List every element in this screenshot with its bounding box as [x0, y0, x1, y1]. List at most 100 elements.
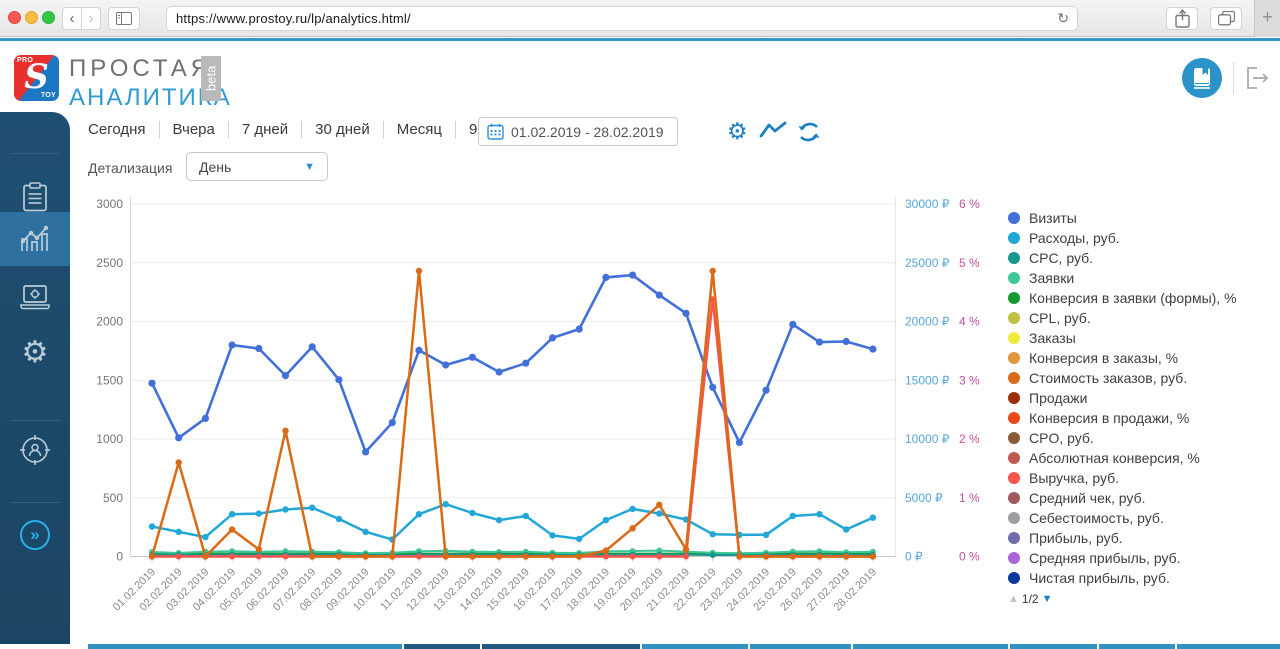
- minimize-window-button[interactable]: [25, 11, 38, 24]
- legend-dot-icon: [1008, 532, 1020, 544]
- legend-item[interactable]: Заявки: [1008, 268, 1274, 288]
- legend-label: Заказы: [1029, 330, 1076, 346]
- legend-page-up-icon[interactable]: ▲: [1008, 593, 1019, 605]
- url-text[interactable]: https://www.prostoy.ru/lp/analytics.html…: [167, 11, 1057, 26]
- legend-item[interactable]: Стоимость заказов, руб.: [1008, 368, 1274, 388]
- legend-item[interactable]: Прибыль, руб.: [1008, 528, 1274, 548]
- legend-item[interactable]: Чистая прибыль, руб.: [1008, 568, 1274, 588]
- legend-label: Себестоимость, руб.: [1029, 510, 1164, 526]
- legend-item[interactable]: Конверсия в заказы, %: [1008, 348, 1274, 368]
- logo-toy-text: TOY: [41, 92, 56, 99]
- legend-item[interactable]: Визиты: [1008, 208, 1274, 228]
- beta-badge: beta: [201, 56, 221, 101]
- share-button[interactable]: [1166, 7, 1198, 30]
- sidebar-toggle-button[interactable]: [108, 7, 140, 30]
- legend-dot-icon: [1008, 492, 1020, 504]
- legend-dot-icon: [1008, 372, 1020, 384]
- legend-item[interactable]: Конверсия в заявки (формы), %: [1008, 288, 1274, 308]
- chevron-down-icon: ▼: [304, 161, 315, 173]
- svg-text:0 ₽: 0 ₽: [905, 550, 923, 564]
- refresh-button[interactable]: [797, 121, 821, 148]
- share-icon: [1175, 9, 1190, 28]
- legend-label: CPL, руб.: [1029, 310, 1091, 326]
- tabs-icon: [1218, 11, 1235, 26]
- help-guide-button[interactable]: [1182, 58, 1222, 98]
- svg-text:3 %: 3 %: [959, 373, 980, 387]
- legend-label: Средний чек, руб.: [1029, 490, 1145, 506]
- legend-item[interactable]: Конверсия в продажи, %: [1008, 408, 1274, 428]
- legend-label: Заявки: [1029, 270, 1074, 286]
- legend-label: Визиты: [1029, 210, 1077, 226]
- sidebar-item-settings[interactable]: ⚙: [0, 326, 70, 380]
- svg-text:1000: 1000: [96, 432, 123, 446]
- date-range-picker[interactable]: 01.02.2019 - 28.02.2019: [478, 117, 678, 146]
- legend-page-indicator: 1/2: [1022, 592, 1039, 606]
- legend-label: Расходы, руб.: [1029, 230, 1120, 246]
- legend-label: Стоимость заказов, руб.: [1029, 370, 1187, 386]
- show-tabs-button[interactable]: [1210, 7, 1242, 30]
- tab-7days[interactable]: 7 дней: [242, 121, 288, 138]
- legend-item[interactable]: Продажи: [1008, 388, 1274, 408]
- legend-dot-icon: [1008, 552, 1020, 564]
- address-bar[interactable]: https://www.prostoy.ru/lp/analytics.html…: [166, 6, 1078, 31]
- expand-sidebar-button[interactable]: »: [20, 520, 50, 550]
- tab-30days[interactable]: 30 дней: [315, 121, 370, 138]
- legend-label: Конверсия в продажи, %: [1029, 410, 1189, 426]
- sidebar-item-sites[interactable]: [0, 270, 70, 324]
- legend-page-down-icon[interactable]: ▼: [1042, 593, 1053, 605]
- trend-view-button[interactable]: [759, 121, 787, 146]
- app-logo[interactable]: PRO S TOY: [14, 55, 59, 101]
- legend-dot-icon: [1008, 212, 1020, 224]
- legend-item[interactable]: CPO, руб.: [1008, 428, 1274, 448]
- legend-item[interactable]: Абсолютная конверсия, %: [1008, 448, 1274, 468]
- analytics-chart[interactable]: 00 ₽0 %5005000 ₽1 %100010000 ₽2 %1500150…: [85, 190, 1000, 640]
- legend-item[interactable]: CPC, руб.: [1008, 248, 1274, 268]
- zoom-window-button[interactable]: [42, 11, 55, 24]
- header-divider: [1233, 62, 1234, 94]
- svg-text:500: 500: [103, 491, 123, 505]
- table-column-edge: [482, 644, 640, 649]
- close-window-button[interactable]: [8, 11, 21, 24]
- legend-label: Конверсия в заявки (формы), %: [1029, 290, 1237, 306]
- reload-icon[interactable]: ↻: [1057, 10, 1077, 27]
- browser-forward-button[interactable]: ›: [81, 7, 101, 30]
- laptop-gear-icon: [20, 284, 50, 310]
- svg-text:6 %: 6 %: [959, 197, 980, 211]
- legend-item[interactable]: Себестоимость, руб.: [1008, 508, 1274, 528]
- legend-item[interactable]: Расходы, руб.: [1008, 228, 1274, 248]
- legend-dot-icon: [1008, 352, 1020, 364]
- tab-today[interactable]: Сегодня: [88, 121, 146, 138]
- sidebar-item-analytics[interactable]: [0, 212, 70, 266]
- legend-dot-icon: [1008, 572, 1020, 584]
- logout-button[interactable]: [1244, 66, 1270, 90]
- svg-text:20000 ₽: 20000 ₽: [905, 315, 950, 329]
- legend-dot-icon: [1008, 252, 1020, 264]
- legend-item[interactable]: Средний чек, руб.: [1008, 488, 1274, 508]
- legend-item[interactable]: Заказы: [1008, 328, 1274, 348]
- tab-month[interactable]: Месяц: [397, 121, 442, 138]
- legend-item[interactable]: CPL, руб.: [1008, 308, 1274, 328]
- legend-label: Выручка, руб.: [1029, 470, 1119, 486]
- legend-item[interactable]: Средняя прибыль, руб.: [1008, 548, 1274, 568]
- legend-dot-icon: [1008, 292, 1020, 304]
- chart-settings-button[interactable]: ⚙: [727, 118, 748, 145]
- table-column-edge: [853, 644, 1008, 649]
- table-column-edge: [404, 644, 480, 649]
- table-column-edge: [750, 644, 851, 649]
- legend-item[interactable]: Выручка, руб.: [1008, 468, 1274, 488]
- svg-text:25000 ₽: 25000 ₽: [905, 256, 950, 270]
- legend-pager: ▲ 1/2 ▼: [1008, 590, 1274, 608]
- legend-label: CPC, руб.: [1029, 250, 1093, 266]
- detail-dropdown[interactable]: День ▼: [186, 152, 328, 181]
- browser-back-button[interactable]: ‹: [62, 7, 82, 30]
- tab-yesterday[interactable]: Вчера: [173, 121, 215, 138]
- table-column-edge: [1099, 644, 1175, 649]
- svg-text:10000 ₽: 10000 ₽: [905, 432, 950, 446]
- sidebar-item-audience[interactable]: [0, 423, 70, 477]
- legend-label: Продажи: [1029, 390, 1087, 406]
- svg-text:4 %: 4 %: [959, 315, 980, 329]
- table-column-edge: [1177, 644, 1280, 649]
- svg-text:0: 0: [116, 550, 123, 564]
- logout-icon: [1244, 66, 1270, 90]
- new-tab-button[interactable]: +: [1254, 0, 1280, 37]
